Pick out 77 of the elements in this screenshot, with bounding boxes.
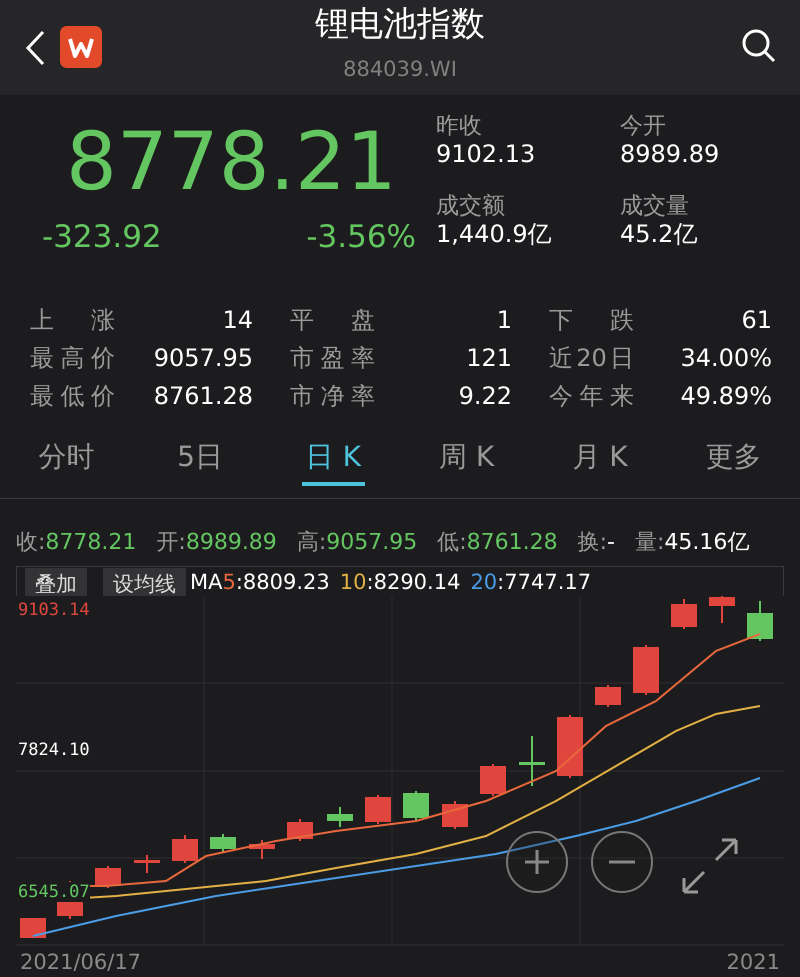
stat-value: 14	[222, 306, 253, 334]
percent-change: -3.56%	[306, 219, 416, 255]
candlestick	[480, 764, 506, 796]
period-tab[interactable]: 周 K	[400, 432, 534, 498]
stat-value: 9.22	[458, 382, 512, 410]
ma-value: 5:8809.23	[222, 570, 330, 594]
summary-label: 成交量	[620, 192, 689, 221]
candlestick	[595, 685, 621, 707]
candlestick	[633, 645, 659, 695]
stat-label: 市盈率	[290, 343, 375, 374]
summary-value: 1,440.9亿	[436, 219, 552, 249]
back-icon[interactable]	[24, 30, 46, 66]
candlestick	[747, 601, 773, 641]
summary-value: 45.2亿	[620, 219, 698, 249]
summary-value: 9102.13	[436, 139, 536, 169]
stat-value: 8761.28	[154, 382, 253, 410]
candlestick	[249, 840, 275, 859]
price-change: -323.92	[42, 219, 162, 255]
period-tab[interactable]: 分时	[0, 432, 134, 498]
candlestick	[95, 866, 121, 888]
chart-option-button[interactable]: 叠加	[25, 568, 87, 596]
candlestick	[403, 791, 429, 820]
stat-value: 34.00%	[680, 344, 772, 372]
stat-label: 最低价	[30, 381, 115, 412]
quote-field: 收:8778.21	[16, 527, 136, 560]
candlestick	[557, 715, 583, 778]
ma-value: 10:8290.14	[340, 570, 460, 594]
stat-label: 下 跌	[549, 305, 634, 336]
stat-label: 最高价	[30, 343, 115, 374]
candlestick	[519, 736, 545, 786]
stat-value: 9057.95	[154, 344, 253, 372]
candlestick	[327, 807, 353, 827]
period-tab[interactable]: 更多	[666, 432, 800, 498]
plus-icon	[522, 847, 552, 877]
chart-option-button[interactable]: 设均线	[103, 568, 186, 596]
quote-field: 开:8989.89	[156, 527, 277, 560]
candlestick	[210, 834, 236, 853]
ma-value: 20:7747.17	[470, 570, 592, 594]
index-price: 8778.21	[66, 117, 397, 207]
candlestick	[172, 835, 198, 863]
candlestick	[20, 918, 46, 938]
period-tab[interactable]: 月 K	[533, 432, 667, 498]
candlestick	[365, 795, 391, 824]
candlestick	[709, 596, 735, 623]
app-logo-icon[interactable]	[60, 26, 102, 68]
stat-value: 49.89%	[680, 382, 772, 410]
summary-label: 昨收	[436, 112, 482, 141]
quote-field: 换:-	[578, 527, 615, 560]
stat-value: 1	[496, 306, 512, 334]
candlestick	[671, 599, 697, 629]
period-tab[interactable]: 5日	[133, 432, 267, 498]
stat-label: 平 盘	[290, 305, 375, 336]
summary-value: 8989.89	[620, 139, 720, 169]
stat-value: 121	[466, 344, 512, 372]
candlestick	[442, 801, 468, 829]
stat-label: 近20日	[549, 343, 634, 374]
axis-label: 6545.07	[18, 882, 90, 902]
stat-label: 市净率	[290, 381, 375, 412]
quote-field: 量:45.16亿	[635, 527, 750, 560]
index-title: 锂电池指数	[315, 3, 485, 46]
summary-label: 成交额	[436, 192, 505, 221]
date-label: 2021	[726, 950, 780, 974]
quote-field: 高:9057.95	[296, 527, 418, 560]
candlestick	[134, 855, 160, 873]
date-label: 2021/06/17	[20, 950, 142, 974]
stat-value: 61	[741, 306, 772, 334]
stat-label: 今年来	[549, 381, 634, 412]
period-tab[interactable]: 日 K	[266, 432, 400, 498]
stat-label: 上 涨	[30, 305, 115, 336]
search-icon[interactable]	[741, 28, 777, 64]
minus-icon	[609, 860, 635, 864]
summary-label: 今开	[620, 112, 666, 141]
ma-label: MA	[190, 570, 222, 594]
candlestick	[287, 819, 313, 841]
expand-icon[interactable]	[680, 836, 740, 896]
quote-field: 低:8761.28	[437, 527, 558, 560]
index-code: 884039.WI	[343, 57, 457, 81]
